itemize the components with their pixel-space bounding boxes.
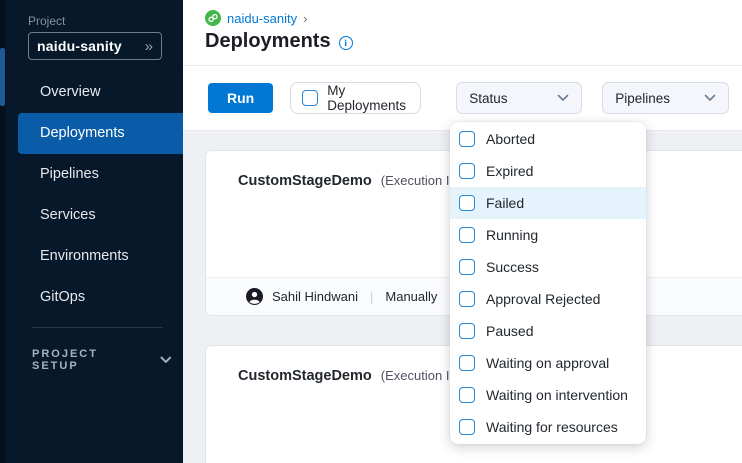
sidebar-divider <box>32 327 163 328</box>
status-dropdown-menu: Aborted Expired Failed Running Success A… <box>450 122 646 444</box>
status-filter-dropdown[interactable]: Status <box>456 82 582 114</box>
checkbox[interactable] <box>459 291 475 307</box>
sidebar-item-pipelines[interactable]: Pipelines <box>18 154 183 195</box>
execution-id-text: (Execution Id <box>381 368 457 383</box>
cd-module-green-icon <box>205 10 221 26</box>
project-setup-toggle[interactable]: PROJECT SETUP <box>32 348 172 372</box>
my-deployments-filter[interactable]: My Deployments <box>290 82 421 114</box>
chevron-double-right-icon: » <box>145 39 153 54</box>
checkbox[interactable] <box>459 163 475 179</box>
user-avatar-icon <box>246 288 263 305</box>
checkbox[interactable] <box>459 387 475 403</box>
project-sidebar: Project naidu-sanity » Overview Deployme… <box>6 0 183 463</box>
pipelines-filter-label: Pipelines <box>615 91 670 106</box>
status-option-waiting-for-resources[interactable]: Waiting for resources <box>450 411 646 443</box>
project-selector[interactable]: naidu-sanity » <box>28 32 162 60</box>
title-row: Deployments i <box>205 30 353 53</box>
checkbox[interactable] <box>459 323 475 339</box>
chevron-down-icon <box>160 356 172 364</box>
footer-separator: | <box>370 289 373 304</box>
status-option-paused[interactable]: Paused <box>450 315 646 347</box>
chevron-down-icon <box>557 94 569 102</box>
breadcrumb-chevron-icon: › <box>303 11 307 26</box>
status-option-waiting-on-intervention[interactable]: Waiting on intervention <box>450 379 646 411</box>
page-header: naidu-sanity › Deployments i <box>183 0 742 66</box>
sidebar-item-deployments[interactable]: Deployments <box>18 113 183 154</box>
project-setup-label: PROJECT SETUP <box>32 348 146 372</box>
trigger-type: Manually <box>385 289 437 304</box>
chevron-down-icon <box>704 94 716 102</box>
sidebar-item-gitops[interactable]: GitOps <box>18 277 183 318</box>
checkbox[interactable] <box>459 227 475 243</box>
sidebar-item-environments[interactable]: Environments <box>18 236 183 277</box>
module-rail-indicator <box>0 48 5 106</box>
status-option-aborted[interactable]: Aborted <box>450 123 646 155</box>
project-label: Project <box>28 14 65 28</box>
sidebar-nav: Overview Deployments Pipelines Services … <box>6 72 183 318</box>
status-option-approval-rejected[interactable]: Approval Rejected <box>450 283 646 315</box>
status-filter-label: Status <box>469 91 507 106</box>
page-title: Deployments <box>205 30 331 53</box>
sidebar-item-services[interactable]: Services <box>18 195 183 236</box>
pipelines-filter-dropdown[interactable]: Pipelines <box>602 82 729 114</box>
app-window: Project naidu-sanity » Overview Deployme… <box>0 0 742 463</box>
status-option-expired[interactable]: Expired <box>450 155 646 187</box>
checkbox[interactable] <box>459 131 475 147</box>
triggered-by-user: Sahil Hindwani <box>272 289 358 304</box>
status-option-running[interactable]: Running <box>450 219 646 251</box>
sidebar-item-overview[interactable]: Overview <box>18 72 183 113</box>
my-deployments-checkbox[interactable] <box>302 90 318 106</box>
pipeline-name: CustomStageDemo <box>238 173 372 189</box>
status-option-waiting-on-approval[interactable]: Waiting on approval <box>450 347 646 379</box>
checkbox[interactable] <box>459 195 475 211</box>
checkbox[interactable] <box>459 419 475 435</box>
checkbox[interactable] <box>459 355 475 371</box>
pipeline-name: CustomStageDemo <box>238 368 372 384</box>
status-option-success[interactable]: Success <box>450 251 646 283</box>
status-option-failed[interactable]: Failed <box>450 187 646 219</box>
execution-id-text: (Execution Id <box>381 173 457 188</box>
breadcrumb-project-link[interactable]: naidu-sanity <box>227 11 297 26</box>
project-name: naidu-sanity <box>37 38 145 54</box>
breadcrumb: naidu-sanity › <box>205 10 307 26</box>
checkbox[interactable] <box>459 259 475 275</box>
run-button[interactable]: Run <box>208 83 273 113</box>
info-icon[interactable]: i <box>339 36 353 50</box>
my-deployments-label: My Deployments <box>327 83 409 113</box>
